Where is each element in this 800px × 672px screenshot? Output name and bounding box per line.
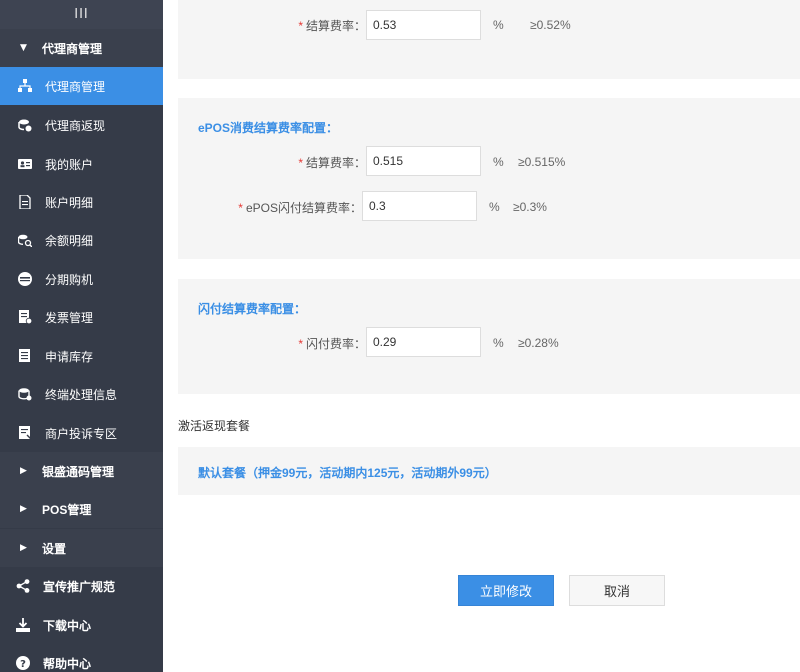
- flash-pay-rate-input[interactable]: [366, 327, 481, 357]
- epos-rate-input[interactable]: [366, 146, 481, 176]
- sidebar-item-label: 余额明细: [45, 233, 94, 248]
- sidebar-item-1[interactable]: 代理商管理: [0, 67, 163, 105]
- svg-text:?: ?: [20, 659, 26, 670]
- sidebar-item-11[interactable]: ▶ 银盛通码管理: [0, 452, 163, 490]
- flash-pay-rate-hint: ≥0.28%: [518, 336, 559, 350]
- card-icon: [18, 272, 32, 286]
- help-icon: ?: [16, 656, 30, 670]
- sidebar-item-6[interactable]: 分期购机: [0, 260, 163, 298]
- caret-right-icon: ▶: [20, 504, 27, 514]
- sidebar-item-label: 代理商管理: [45, 79, 106, 94]
- sitemap-icon: [18, 79, 32, 93]
- submit-button[interactable]: 立即修改: [458, 575, 554, 606]
- sidebar-item-2[interactable]: 代理商返现: [0, 106, 163, 144]
- sidebar-item-10[interactable]: 商户投诉专区: [0, 414, 163, 452]
- settlement-rate-hint: ≥0.52%: [530, 18, 571, 32]
- sidebar-toggle[interactable]: III: [0, 0, 163, 29]
- caret-right-icon: ▶: [20, 543, 27, 553]
- sidebar-item-label: 代理商返现: [45, 118, 106, 133]
- epos-rate-label: * 结算费率：: [298, 156, 366, 170]
- sidebar-item-12[interactable]: ▶ POS管理: [0, 490, 163, 528]
- sidebar-item-5[interactable]: 余额明细: [0, 221, 163, 259]
- epos-flash-rate-unit: %: [489, 200, 500, 214]
- sidebar-item-16[interactable]: ? 帮助中心: [0, 644, 163, 672]
- list-icon: [18, 349, 32, 363]
- coins-icon: [18, 118, 32, 132]
- sidebar-item-9[interactable]: 终端处理信息: [0, 375, 163, 413]
- sidebar-item-3[interactable]: 我的账户: [0, 145, 163, 183]
- sidebar-item-label: 商户投诉专区: [45, 426, 118, 441]
- caret-down-icon: ▼: [20, 43, 27, 53]
- sidebar-item-13[interactable]: ▶ 设置: [0, 529, 163, 567]
- sidebar-item-4[interactable]: 账户明细: [0, 183, 163, 221]
- sidebar-item-label: 下载中心: [43, 618, 92, 633]
- epos-rate-panel: ePOS消费结算费率配置： *结算费率： % ≥0.515% *ePOS闪付结算…: [178, 98, 800, 259]
- sidebar-item-label: 账户明细: [45, 195, 94, 210]
- sidebar-item-label: 宣传推广规范: [43, 579, 116, 594]
- download-icon: [16, 618, 30, 632]
- sidebar-item-label: 代理商管理: [42, 41, 103, 56]
- sidebar-item-label: 申请库存: [45, 349, 94, 364]
- epos-flash-rate-hint: ≥0.3%: [513, 200, 547, 214]
- main-content: *结算费率： % ≥0.52% ePOS消费结算费率配置： *结算费率： % ≥…: [163, 0, 800, 672]
- epos-flash-rate-label: * ePOS闪付结算费率：: [238, 201, 362, 215]
- settlement-rate-input[interactable]: [366, 10, 481, 40]
- share-icon: [16, 579, 30, 593]
- sidebar-item-label: 我的账户: [45, 157, 94, 172]
- sidebar-item-label: 发票管理: [45, 310, 94, 325]
- sidebar-item-label: 终端处理信息: [45, 387, 118, 402]
- coin-search-icon: [18, 233, 32, 247]
- sidebar-item-label: 设置: [42, 541, 67, 556]
- sidebar-item-14[interactable]: 宣传推广规范: [0, 567, 163, 605]
- menu-toggle-icon[interactable]: III: [74, 7, 89, 22]
- sidebar-item-8[interactable]: 申请库存: [0, 337, 163, 375]
- settlement-rate-unit: %: [493, 18, 504, 32]
- activation-section-title: 激活返现套餐: [178, 419, 251, 433]
- sidebar-item-label: 银盛通码管理: [42, 464, 115, 479]
- invoice-icon: [18, 310, 32, 324]
- settlement-rate-panel: *结算费率： % ≥0.52%: [178, 0, 800, 79]
- sidebar-item-label: 帮助中心: [43, 656, 92, 671]
- epos-rate-hint: ≥0.515%: [518, 155, 566, 169]
- default-package[interactable]: 默认套餐（押金99元，活动期内125元，活动期外99元）: [178, 447, 800, 495]
- document-icon: [18, 195, 32, 209]
- caret-right-icon: ▶: [20, 466, 27, 476]
- complaint-icon: [18, 426, 32, 440]
- sidebar-item-15[interactable]: 下载中心: [0, 606, 163, 644]
- epos-flash-rate-input[interactable]: [362, 191, 477, 221]
- settlement-rate-label: * 结算费率：: [298, 19, 366, 33]
- sidebar-item-0[interactable]: ▼ 代理商管理: [0, 29, 163, 67]
- cancel-button[interactable]: 取消: [569, 575, 665, 606]
- flash-pay-rate-unit: %: [493, 336, 504, 350]
- flash-pay-rate-label: * 闪付费率：: [298, 337, 366, 351]
- sidebar-item-label: 分期购机: [45, 272, 94, 287]
- sidebar-item-label: POS管理: [42, 502, 92, 517]
- default-package-label: 默认套餐（押金99元，活动期内125元，活动期外99元）: [198, 466, 497, 480]
- coin-stack-icon: [18, 387, 32, 401]
- epos-section-title: ePOS消费结算费率配置：: [198, 121, 339, 135]
- flash-pay-rate-panel: 闪付结算费率配置： *闪付费率： % ≥0.28%: [178, 279, 800, 394]
- id-card-icon: [18, 157, 32, 171]
- sidebar-item-7[interactable]: 发票管理: [0, 298, 163, 336]
- flash-pay-section-title: 闪付结算费率配置：: [198, 302, 307, 316]
- sidebar: III ▼ 代理商管理 代理商管理 代理商返现 我的账户 账户明细 余额明细 分期购机 发票管理…: [0, 0, 163, 672]
- epos-rate-unit: %: [493, 155, 504, 169]
